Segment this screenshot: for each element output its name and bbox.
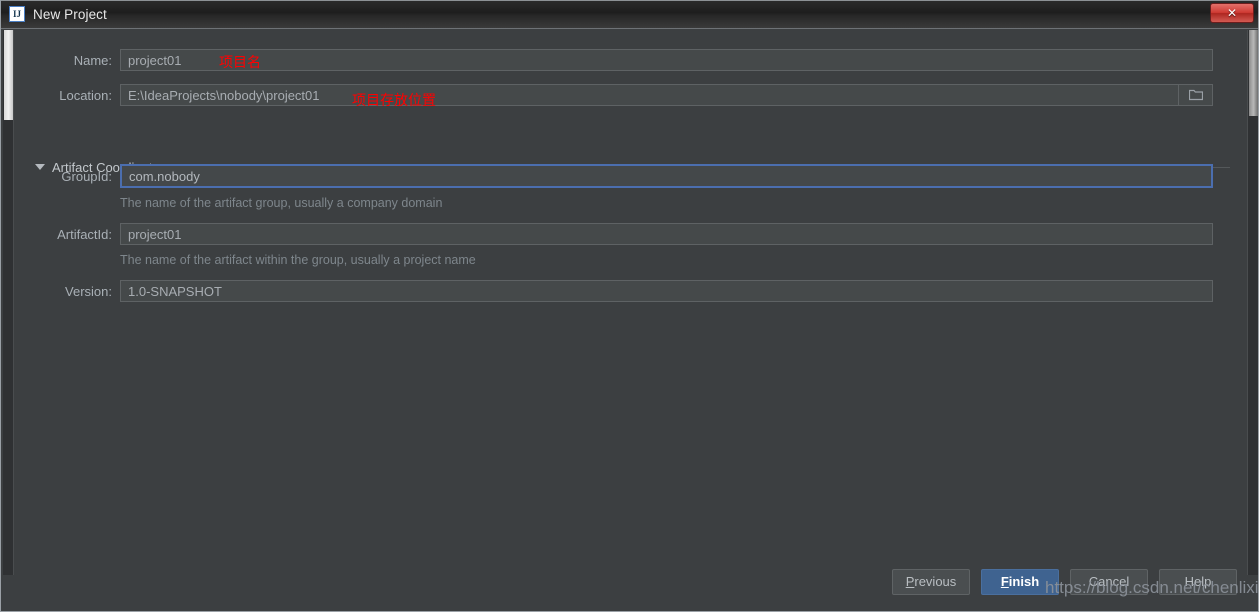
location-input[interactable] <box>120 84 1179 106</box>
name-label: Name: <box>73 52 112 68</box>
artifactid-input[interactable] <box>120 223 1213 245</box>
right-scrollbar-thumb[interactable] <box>1249 30 1258 116</box>
finish-mnemonic: F <box>1000 574 1009 589</box>
right-scrollbar[interactable] <box>1247 30 1258 575</box>
artifactid-hint: The name of the artifact within the grou… <box>120 253 476 267</box>
location-label: Location: <box>59 87 112 103</box>
watermark: https://blog.csdn.net/chenlixiao007 <box>1045 578 1259 597</box>
artifactid-row: ArtifactId: <box>17 223 1213 245</box>
previous-button[interactable]: Previous <box>892 569 970 595</box>
groupid-input[interactable] <box>120 164 1213 188</box>
location-row: Location: <box>17 84 1213 106</box>
titlebar[interactable]: IJ New Project ✕ <box>1 0 1258 29</box>
groupid-hint: The name of the artifact group, usually … <box>120 196 443 210</box>
name-input[interactable] <box>120 49 1213 71</box>
new-project-dialog: IJ New Project ✕ Name: Location: <box>0 0 1259 612</box>
name-row: Name: <box>17 49 1213 71</box>
annotation-project-name: 项目名 <box>219 55 261 71</box>
annotation-project-location: 项目存放位置 <box>352 93 436 109</box>
finish-label-rest: inish <box>1008 574 1040 589</box>
location-browse-button[interactable] <box>1179 84 1213 106</box>
window-title: New Project <box>33 6 107 22</box>
folder-icon <box>1188 89 1203 101</box>
dialog-content: Name: Location: Artifact Coordinates Gro… <box>1 30 1259 611</box>
left-scrollbar-thumb[interactable] <box>4 30 13 120</box>
close-button[interactable]: ✕ <box>1210 3 1254 23</box>
artifactid-label: ArtifactId: <box>57 226 112 242</box>
groupid-row: GroupId: <box>17 164 1213 188</box>
intellij-idea-icon: IJ <box>9 6 25 22</box>
version-row: Version: <box>17 280 1213 302</box>
left-scrollbar[interactable] <box>3 30 14 575</box>
version-input[interactable] <box>120 280 1213 302</box>
previous-label-rest: revious <box>914 574 957 589</box>
groupid-label: GroupId: <box>61 168 112 184</box>
version-label: Version: <box>65 283 112 299</box>
